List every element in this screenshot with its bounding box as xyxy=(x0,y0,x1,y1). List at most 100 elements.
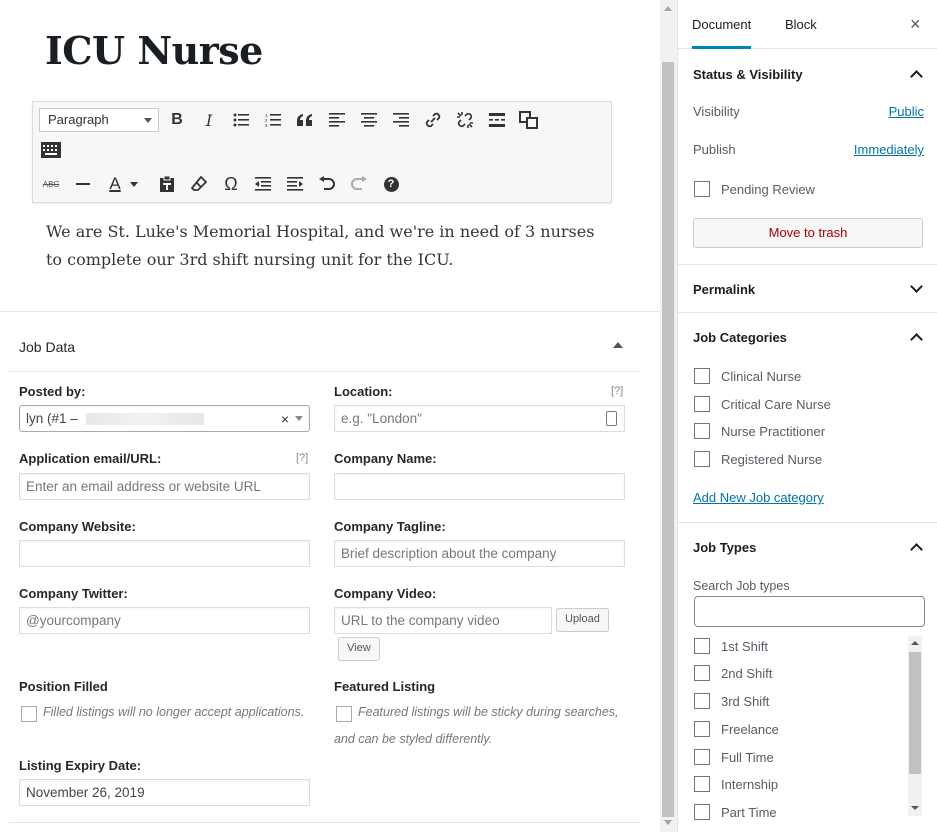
bold-icon[interactable]: B xyxy=(165,108,189,132)
post-title[interactable]: ICU Nurse xyxy=(45,28,263,73)
chevron-down-icon[interactable] xyxy=(127,172,141,196)
add-new-category-link[interactable]: Add New Job category xyxy=(693,490,824,505)
close-icon[interactable]: × xyxy=(910,14,921,35)
unlink-icon[interactable] xyxy=(453,108,477,132)
pending-review-checkbox[interactable] xyxy=(694,181,710,197)
posted-by-select[interactable]: lyn (#1 – × xyxy=(19,405,310,432)
job-type-checkbox[interactable] xyxy=(694,749,710,765)
chevron-up-icon[interactable] xyxy=(910,543,923,556)
location-input[interactable]: e.g. "London" xyxy=(334,405,625,432)
read-more-icon[interactable] xyxy=(485,108,509,132)
keyboard-icon[interactable] xyxy=(39,138,63,162)
category-label: Registered Nurse xyxy=(721,452,823,467)
text-color-icon[interactable]: A xyxy=(103,172,127,196)
undo-icon[interactable] xyxy=(315,172,339,196)
horizontal-rule-icon[interactable] xyxy=(71,172,95,196)
status-visibility-heading[interactable]: Status & Visibility xyxy=(693,67,803,82)
location-help[interactable]: [?] xyxy=(611,385,623,397)
tab-block[interactable]: Block xyxy=(785,17,817,32)
toolbar-toggle-icon[interactable] xyxy=(517,108,541,132)
scroll-up-arrow-icon[interactable] xyxy=(664,6,672,11)
job-type-checkbox[interactable] xyxy=(694,638,710,654)
search-job-types-input[interactable] xyxy=(694,596,925,627)
position-filled-checkbox[interactable] xyxy=(21,706,37,722)
redo-icon[interactable] xyxy=(347,172,371,196)
tab-document[interactable]: Document xyxy=(692,17,752,49)
paste-text-icon[interactable] xyxy=(155,172,179,196)
job-types-heading[interactable]: Job Types xyxy=(693,540,756,555)
category-checkbox[interactable] xyxy=(694,396,710,412)
scroll-up-arrow-icon[interactable] xyxy=(911,641,919,645)
clear-formatting-icon[interactable] xyxy=(187,172,211,196)
job-type-label: 2nd Shift xyxy=(721,666,773,681)
chevron-down-icon xyxy=(295,416,303,421)
view-button[interactable]: View xyxy=(338,637,380,661)
featured-listing-checkbox[interactable] xyxy=(336,706,352,722)
indent-icon[interactable] xyxy=(283,172,307,196)
job-type-checkbox[interactable] xyxy=(694,693,710,709)
numbered-list-icon[interactable]: 123 xyxy=(261,108,285,132)
job-type-checkbox[interactable] xyxy=(694,721,710,737)
job-type-label: Internship xyxy=(721,777,779,792)
application-input[interactable]: Enter an email address or website URL xyxy=(19,473,310,500)
category-checkbox[interactable] xyxy=(694,368,710,384)
job-type-label: 3rd Shift xyxy=(721,694,770,709)
format-select[interactable]: Paragraph xyxy=(39,108,159,132)
company-twitter-input[interactable]: @yourcompany xyxy=(19,607,310,634)
job-type-checkbox[interactable] xyxy=(694,804,710,820)
position-filled-description: Filled listings will no longer accept ap… xyxy=(43,705,305,719)
editor-canvas: ICU Nurse Paragraph B I 123 ABC A Ω ? We… xyxy=(0,0,660,832)
chevron-down-icon xyxy=(144,118,152,123)
clear-icon[interactable]: × xyxy=(281,411,289,427)
job-type-checkbox[interactable] xyxy=(694,776,710,792)
company-video-input[interactable]: URL to the company video xyxy=(334,607,552,634)
move-to-trash-button[interactable]: Move to trash xyxy=(693,218,923,248)
help-icon[interactable]: ? xyxy=(379,172,403,196)
post-content[interactable]: We are St. Luke's Memorial Hospital, and… xyxy=(46,218,606,274)
permalink-heading[interactable]: Permalink xyxy=(693,282,755,297)
company-website-input[interactable] xyxy=(19,540,310,567)
listing-expiry-input[interactable]: November 26, 2019 xyxy=(19,779,310,806)
outdent-icon[interactable] xyxy=(251,172,275,196)
company-video-label: Company Video: xyxy=(334,586,437,601)
scrollbar-thumb[interactable] xyxy=(662,62,674,817)
bottom-divider xyxy=(9,822,640,823)
bullet-list-icon[interactable] xyxy=(229,108,253,132)
strikethrough-icon[interactable]: ABC xyxy=(39,172,63,196)
application-help[interactable]: [?] xyxy=(296,452,308,464)
job-type-label: 1st Shift xyxy=(721,639,768,654)
search-job-types-label: Search Job types xyxy=(693,579,790,593)
job-categories-heading[interactable]: Job Categories xyxy=(693,330,787,345)
section-divider xyxy=(678,264,937,265)
company-tagline-input[interactable]: Brief description about the company xyxy=(334,540,625,567)
job-types-scrollbar[interactable] xyxy=(908,636,922,816)
upload-button[interactable]: Upload xyxy=(556,608,609,632)
scroll-down-arrow-icon[interactable] xyxy=(664,820,672,825)
job-type-checkbox[interactable] xyxy=(694,665,710,681)
company-website-label: Company Website: xyxy=(19,519,136,534)
collapse-arrow-icon[interactable] xyxy=(613,342,623,348)
align-center-icon[interactable] xyxy=(357,108,381,132)
format-select-value: Paragraph xyxy=(48,112,109,127)
scrollbar-thumb[interactable] xyxy=(909,652,921,774)
chevron-up-icon[interactable] xyxy=(910,333,923,346)
italic-icon[interactable]: I xyxy=(197,108,221,132)
job-data-divider xyxy=(9,371,640,372)
company-name-input[interactable] xyxy=(334,473,625,500)
posted-by-label: Posted by: xyxy=(19,384,86,399)
align-left-icon[interactable] xyxy=(325,108,349,132)
editor-scrollbar[interactable] xyxy=(660,0,677,832)
link-icon[interactable] xyxy=(421,108,445,132)
featured-listing-label: Featured Listing xyxy=(334,679,436,694)
location-placeholder: e.g. "London" xyxy=(341,411,422,426)
category-checkbox[interactable] xyxy=(694,423,710,439)
chevron-down-icon[interactable] xyxy=(910,280,923,293)
special-character-icon[interactable]: Ω xyxy=(219,172,243,196)
visibility-value-link[interactable]: Public xyxy=(889,104,924,119)
chevron-up-icon[interactable] xyxy=(910,70,923,83)
align-right-icon[interactable] xyxy=(389,108,413,132)
publish-value-link[interactable]: Immediately xyxy=(854,142,924,157)
category-checkbox[interactable] xyxy=(694,451,710,467)
blockquote-icon[interactable] xyxy=(293,108,317,132)
scroll-down-arrow-icon[interactable] xyxy=(911,806,919,810)
